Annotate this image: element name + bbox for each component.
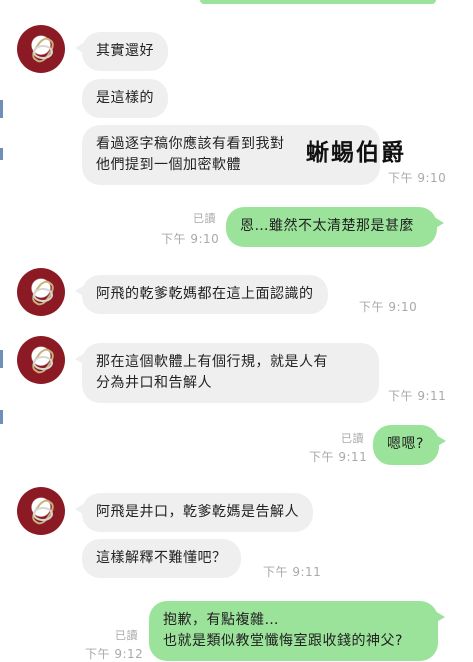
window-edge-mark — [0, 148, 3, 160]
message-text: 其實還好 — [96, 43, 154, 59]
chat-view: 其實還好 是這樣的 看過逐字稿你應該有看到我對 他們提到一個加密軟體 蜥蜴伯爵 … — [0, 0, 473, 662]
avatar-icon[interactable] — [17, 268, 65, 316]
message-bubble-incoming[interactable]: 阿飛的乾爹乾媽都在這上面認識的 — [75, 275, 328, 314]
timestamp: 下午 9:10 — [161, 232, 220, 246]
avatar-icon[interactable] — [17, 25, 65, 73]
message-text: 這樣解釋不難懂吧？ — [96, 550, 227, 566]
message-text-line: 抱歉，有點複雜… — [163, 612, 279, 628]
window-edge-mark — [0, 410, 3, 424]
message-bubble-outgoing[interactable]: 抱歉，有點複雜… 也就是類似教堂懺悔室跟收錢的神父? — [149, 601, 445, 661]
message-bubble-outgoing[interactable]: 恩…雖然不太清楚那是甚麼 — [226, 207, 444, 247]
read-receipt: 已讀 — [115, 629, 138, 642]
message-text: 阿飛的乾爹乾媽都在這上面認識的 — [96, 286, 314, 302]
previous-message-edge — [200, 0, 436, 4]
timestamp: 下午 9:11 — [309, 450, 368, 464]
message-bubble-incoming[interactable]: 那在這個軟體上有個行規，就是人有 分為井口和告解人 — [75, 343, 379, 403]
message-text: 嗯嗯? — [387, 436, 424, 452]
message-text-line: 也就是類似教堂懺悔室跟收錢的神父? — [163, 633, 403, 649]
timestamp: 下午 9:10 — [359, 300, 418, 314]
message-bubble-incoming[interactable]: 這樣解釋不難懂吧？ — [82, 539, 241, 578]
message-text: 是這樣的 — [96, 90, 154, 106]
message-text: 恩…雖然不太清楚那是甚麼 — [240, 218, 414, 234]
read-receipt: 已讀 — [193, 212, 216, 225]
window-edge-mark — [0, 350, 3, 368]
avatar-icon[interactable] — [17, 336, 65, 384]
message-bubble-incoming[interactable]: 其實還好 — [75, 32, 168, 71]
avatar-icon[interactable] — [17, 487, 65, 535]
overlay-caption: 蜥蜴伯爵 — [306, 140, 406, 166]
message-bubble-outgoing[interactable]: 嗯嗯? — [373, 425, 446, 465]
timestamp: 下午 9:11 — [263, 565, 322, 579]
timestamp: 下午 9:11 — [388, 389, 447, 403]
read-receipt: 已讀 — [341, 432, 364, 445]
timestamp: 下午 9:12 — [85, 647, 144, 661]
message-bubble-incoming[interactable]: 是這樣的 — [82, 79, 168, 118]
message-text: 阿飛是井口，乾爹乾媽是告解人 — [96, 504, 299, 520]
message-text-line: 分為井口和告解人 — [96, 375, 212, 391]
window-edge-mark — [0, 100, 3, 118]
message-bubble-incoming[interactable]: 阿飛是井口，乾爹乾媽是告解人 — [75, 493, 313, 532]
timestamp: 下午 9:10 — [388, 171, 447, 185]
message-text-line: 那在這個軟體上有個行規，就是人有 — [96, 354, 328, 370]
